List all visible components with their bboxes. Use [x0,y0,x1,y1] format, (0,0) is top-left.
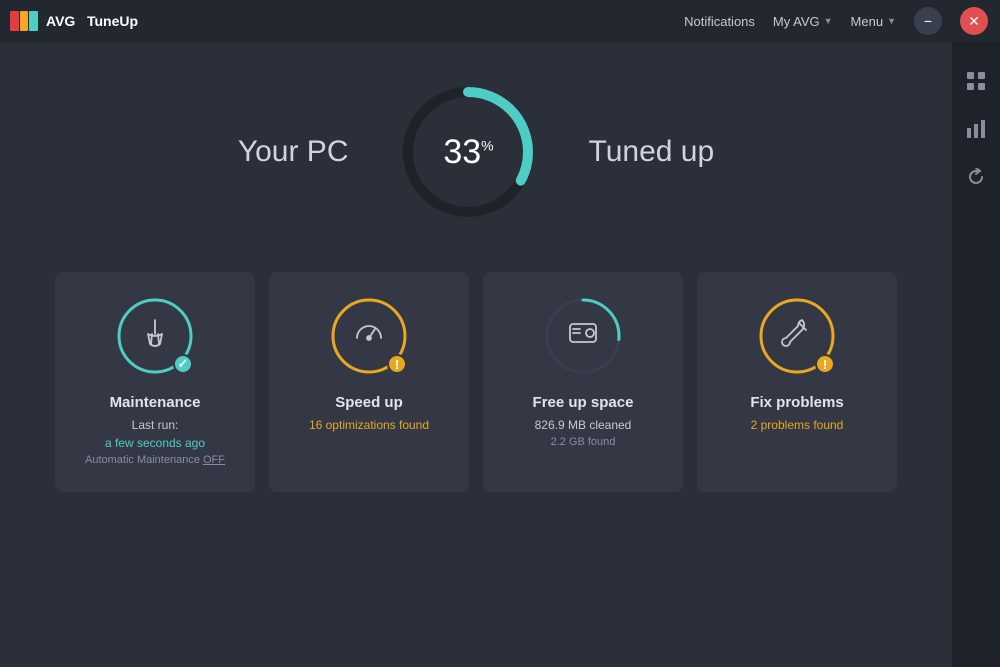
score-number: 33 [443,133,481,171]
main-content: Your PC 33% Tuned up [0,42,952,667]
fixproblems-card[interactable]: ! Fix problems 2 problems found [697,272,897,492]
close-button[interactable]: ✕ [960,7,988,35]
maintenance-card[interactable]: ✓ Maintenance Last run: a few seconds ag… [55,272,255,492]
speedup-card[interactable]: ! Speed up 16 optimizations found [269,272,469,492]
score-circle: 33% [398,82,538,222]
speedup-badge: ! [387,354,407,374]
score-value: 33% [443,135,493,169]
score-label-right: Tuned up [588,135,714,169]
sidebar-refresh-icon[interactable] [957,158,995,196]
freespace-card[interactable]: Free up space 826.9 MB cleaned 2.2 GB fo… [483,272,683,492]
fixproblems-title: Fix problems [750,394,843,411]
menu-chevron-icon: ▼ [887,16,896,26]
fixproblems-badge: ! [815,354,835,374]
fixproblems-icon-ring: ! [757,296,837,376]
score-symbol: % [481,138,493,154]
maintenance-auto-label: Automatic Maintenance [85,454,203,466]
speedup-icon [352,316,386,357]
logo-text: TuneUp [87,13,138,29]
minimize-button[interactable]: − [914,7,942,35]
avg-logo [10,11,38,31]
fixproblems-icon [780,316,814,357]
app-title: AVG TuneUp [46,13,138,29]
menu-link[interactable]: Menu ▼ [851,14,896,29]
maintenance-icon-ring: ✓ [115,296,195,376]
maintenance-icon [138,316,172,357]
my-avg-chevron-icon: ▼ [824,16,833,26]
titlebar-right: Notifications My AVG ▼ Menu ▼ − ✕ [684,7,988,35]
sidebar-barchart-icon[interactable] [957,110,995,148]
score-section: Your PC 33% Tuned up [238,82,714,222]
my-avg-label: My AVG [773,14,820,29]
menu-label: Menu [851,14,884,29]
maintenance-sub2: a few seconds ago [105,434,205,452]
maintenance-off-link[interactable]: OFF [203,454,225,466]
speedup-title: Speed up [335,394,403,411]
freespace-icon-ring [543,296,623,376]
maintenance-badge: ✓ [173,354,193,374]
maintenance-sub3: Automatic Maintenance OFF [85,454,225,466]
speedup-icon-ring: ! [329,296,409,376]
speedup-sub1: 16 optimizations found [309,416,429,434]
freespace-title: Free up space [533,394,634,411]
fixproblems-sub1: 2 problems found [751,416,844,434]
my-avg-link[interactable]: My AVG ▼ [773,14,833,29]
freespace-sub2: 2.2 GB found [551,436,616,448]
logo-prefix: AVG [46,13,75,29]
freespace-sub1: 826.9 MB cleaned [535,416,632,434]
cards-row: ✓ Maintenance Last run: a few seconds ag… [30,272,922,492]
freespace-icon [566,316,600,357]
score-label-left: Your PC [238,135,349,169]
sidebar [952,42,1000,667]
score-percent: 33% [443,133,493,171]
maintenance-sub1: Last run: [132,416,179,434]
notifications-link[interactable]: Notifications [684,14,755,29]
titlebar: AVG TuneUp Notifications My AVG ▼ Menu ▼… [0,0,1000,42]
maintenance-title: Maintenance [110,394,201,411]
sidebar-apps-icon[interactable] [957,62,995,100]
titlebar-left: AVG TuneUp [10,11,138,31]
